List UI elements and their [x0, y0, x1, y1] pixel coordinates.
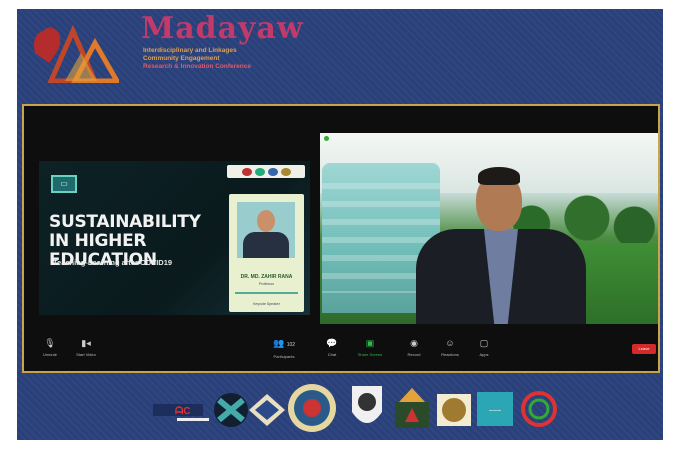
brand-subtitle-line: Research & Innovation Conference	[143, 63, 251, 70]
brand-subtitle: Interdisciplinary and Linkages Community…	[143, 47, 251, 71]
speaker-card: DR. MD. ZAHIR RANA Professor Keynote Spe…	[229, 194, 304, 312]
record-label: Record	[407, 352, 421, 357]
share-screen-label: Share Screen	[357, 352, 383, 357]
microphone-icon: 🎙	[44, 338, 56, 348]
participant-count: 102	[286, 342, 296, 348]
logo-icon	[280, 167, 291, 176]
partner-logo-4	[288, 384, 336, 432]
record-icon: ◉	[410, 338, 418, 348]
partner-logo-1: ᗩC	[153, 404, 209, 421]
shared-screen-slide: ▭ SUSTAINABILITY IN HIGHER EDUCATION Tea…	[39, 161, 310, 315]
reactions-label: Reactions	[441, 352, 459, 357]
speaker-hair	[478, 167, 520, 185]
unmute-button[interactable]: 🎙 Unmute	[30, 338, 70, 357]
speaker-video-feed[interactable]	[320, 133, 658, 324]
speaker-name: DR. MD. ZAHIR RANA	[240, 274, 293, 280]
partner-logo-8: ~~~	[477, 392, 513, 426]
brand-title: Madayaw	[141, 11, 304, 46]
madayaw-logo	[34, 24, 119, 83]
share-screen-button[interactable]: ▣ Share Screen	[350, 338, 390, 357]
partner-logo-5	[352, 386, 382, 423]
start-video-button[interactable]: ▮◂ Start Video	[66, 338, 106, 357]
apps-button[interactable]: ▢ Apps	[464, 338, 504, 357]
slide-subtitle: Teaching-Learning after COVID19	[53, 258, 173, 267]
speaker-role: Professor	[259, 282, 274, 286]
partner-logo-7	[437, 394, 471, 426]
partner-logo-6	[395, 388, 429, 428]
unmute-label: Unmute	[42, 352, 57, 357]
leave-meeting-button[interactable]: Leave	[632, 344, 656, 354]
zoom-meeting-window: ▭ SUSTAINABILITY IN HIGHER EDUCATION Tea…	[22, 104, 660, 373]
speaker-head	[257, 210, 275, 232]
partner-logos-row: ᗩC ~~~	[153, 384, 557, 432]
apps-label: Apps	[479, 352, 489, 357]
svg-text:~~~: ~~~	[489, 408, 501, 415]
participants-button[interactable]: 👥 102 Participants	[264, 338, 304, 359]
participants-icon: 👥 102	[272, 338, 296, 348]
slide-logos-strip	[227, 165, 305, 178]
card-footer: Keynote Speaker	[253, 302, 280, 306]
partner-logo-2	[214, 393, 248, 427]
share-screen-icon: ▣	[365, 338, 375, 348]
logo-icon	[241, 167, 252, 176]
speaker-body	[243, 232, 289, 258]
connection-status-icon	[324, 136, 329, 141]
meeting-toolbar: 🎙 Unmute ▮◂ Start Video 👥 102 Participan…	[24, 334, 658, 371]
video-camera-icon: ▮◂	[81, 338, 91, 348]
chat-button[interactable]: 💬 Chat	[312, 338, 352, 357]
partner-logo-9	[521, 391, 557, 427]
svg-text:ᗩC: ᗩC	[175, 405, 191, 417]
chat-icon: 💬	[326, 338, 338, 348]
chat-label: Chat	[327, 352, 337, 357]
brand-subtitle-line: Interdisciplinary and Linkages	[143, 47, 237, 54]
monitor-icon: ▭	[51, 175, 77, 193]
speaker-photo	[237, 202, 295, 258]
brand-subtitle-line: Community Engagement	[143, 55, 220, 62]
start-video-label: Start Video	[76, 352, 96, 357]
logo-icon	[267, 167, 278, 176]
conference-frame: Madayaw Interdisciplinary and Linkages C…	[17, 9, 663, 440]
partner-logo-3	[249, 394, 285, 426]
card-divider	[235, 292, 298, 294]
participants-label: Participants	[273, 354, 295, 359]
apps-icon: ▢	[479, 338, 489, 348]
logo-icon	[254, 167, 265, 176]
record-button[interactable]: ◉ Record	[394, 338, 434, 357]
